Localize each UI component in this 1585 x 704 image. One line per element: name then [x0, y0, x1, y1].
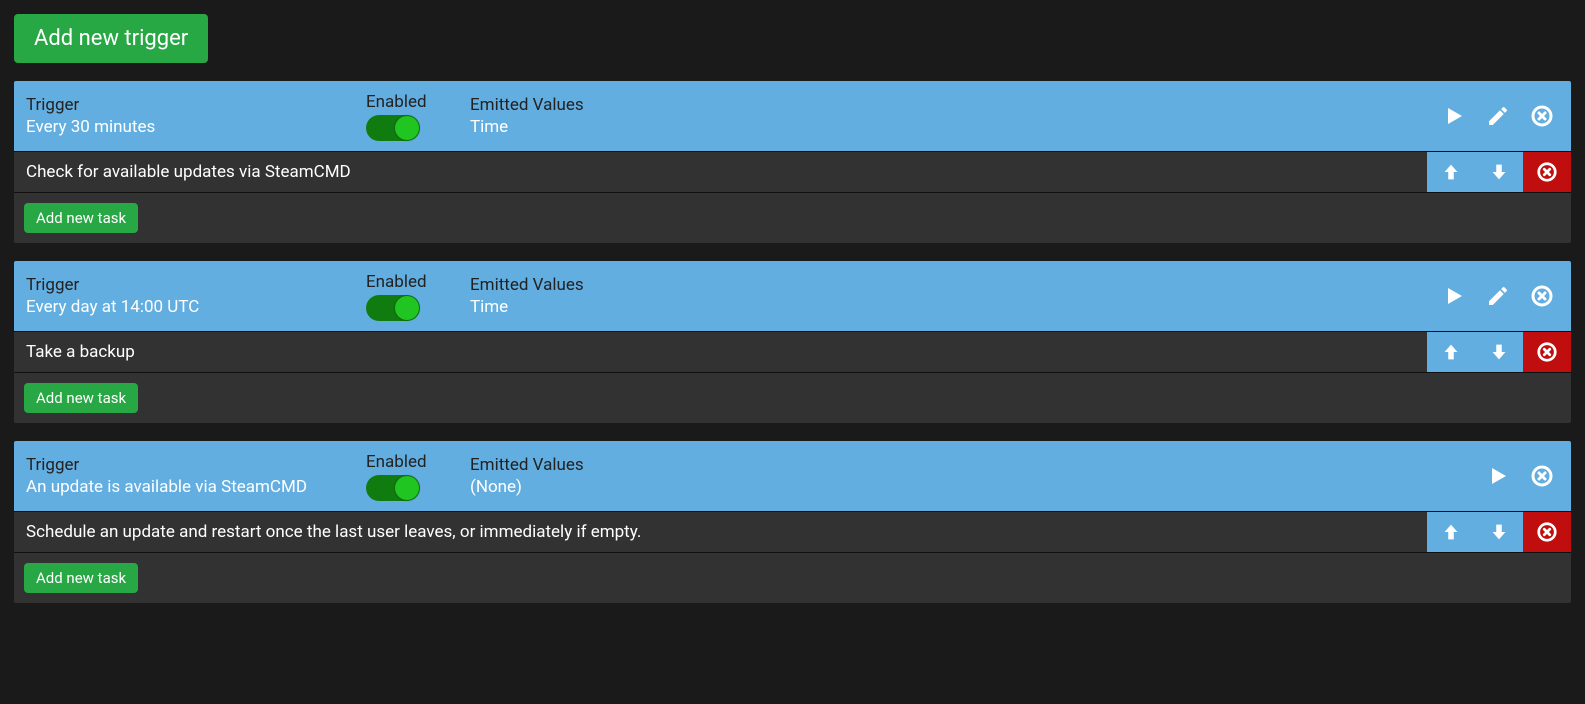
circle-x-icon: [1530, 104, 1554, 128]
move-task-down-button[interactable]: [1475, 152, 1523, 192]
trigger-header: TriggerAn update is available via SteamC…: [14, 441, 1571, 511]
task-description[interactable]: Check for available updates via SteamCMD: [14, 152, 1427, 192]
add-task-button[interactable]: Add new task: [24, 203, 138, 233]
delete-trigger-button[interactable]: [1529, 463, 1555, 489]
run-trigger-button[interactable]: [1441, 103, 1467, 129]
move-task-down-button[interactable]: [1475, 512, 1523, 552]
trigger-label: Trigger: [26, 454, 366, 476]
circle-x-icon: [1536, 521, 1558, 543]
circle-x-icon: [1536, 161, 1558, 183]
trigger-header: TriggerEvery day at 14:00 UTCEnabledEmit…: [14, 261, 1571, 331]
trigger-header: TriggerEvery 30 minutesEnabledEmitted Va…: [14, 81, 1571, 151]
enabled-label: Enabled: [366, 451, 470, 473]
task-row: Take a backup: [14, 331, 1571, 372]
task-description[interactable]: Schedule an update and restart once the …: [14, 512, 1427, 552]
arrow-down-icon: [1488, 521, 1510, 543]
move-task-up-button[interactable]: [1427, 512, 1475, 552]
arrow-down-icon: [1488, 341, 1510, 363]
emitted-value: (None): [470, 476, 1485, 498]
arrow-up-icon: [1440, 521, 1462, 543]
edit-trigger-button[interactable]: [1485, 103, 1511, 129]
delete-task-button[interactable]: [1523, 152, 1571, 192]
enabled-label: Enabled: [366, 271, 470, 293]
enabled-toggle[interactable]: [366, 475, 420, 501]
emitted-value: Time: [470, 116, 1441, 138]
arrow-up-icon: [1440, 341, 1462, 363]
move-task-up-button[interactable]: [1427, 152, 1475, 192]
task-description[interactable]: Take a backup: [14, 332, 1427, 372]
play-icon: [1442, 104, 1466, 128]
trigger-description: Every day at 14:00 UTC: [26, 296, 366, 318]
add-task-button[interactable]: Add new task: [24, 563, 138, 593]
add-task-row: Add new task: [14, 192, 1571, 243]
enabled-toggle[interactable]: [366, 295, 420, 321]
circle-x-icon: [1530, 464, 1554, 488]
delete-trigger-button[interactable]: [1529, 103, 1555, 129]
enabled-toggle[interactable]: [366, 115, 420, 141]
run-trigger-button[interactable]: [1441, 283, 1467, 309]
add-task-row: Add new task: [14, 552, 1571, 603]
trigger-block: TriggerAn update is available via SteamC…: [14, 441, 1571, 603]
trigger-description: Every 30 minutes: [26, 116, 366, 138]
task-row: Schedule an update and restart once the …: [14, 511, 1571, 552]
emitted-label: Emitted Values: [470, 94, 1441, 116]
enabled-label: Enabled: [366, 91, 470, 113]
delete-task-button[interactable]: [1523, 332, 1571, 372]
trigger-description: An update is available via SteamCMD: [26, 476, 366, 498]
delete-task-button[interactable]: [1523, 512, 1571, 552]
move-task-up-button[interactable]: [1427, 332, 1475, 372]
trigger-label: Trigger: [26, 274, 366, 296]
play-icon: [1442, 284, 1466, 308]
emitted-value: Time: [470, 296, 1441, 318]
delete-trigger-button[interactable]: [1529, 283, 1555, 309]
emitted-label: Emitted Values: [470, 454, 1485, 476]
emitted-label: Emitted Values: [470, 274, 1441, 296]
play-icon: [1486, 464, 1510, 488]
task-row: Check for available updates via SteamCMD: [14, 151, 1571, 192]
circle-x-icon: [1536, 341, 1558, 363]
trigger-block: TriggerEvery 30 minutesEnabledEmitted Va…: [14, 81, 1571, 243]
move-task-down-button[interactable]: [1475, 332, 1523, 372]
pencil-icon: [1486, 284, 1510, 308]
add-task-row: Add new task: [14, 372, 1571, 423]
trigger-block: TriggerEvery day at 14:00 UTCEnabledEmit…: [14, 261, 1571, 423]
arrow-down-icon: [1488, 161, 1510, 183]
edit-trigger-button[interactable]: [1485, 283, 1511, 309]
add-task-button[interactable]: Add new task: [24, 383, 138, 413]
pencil-icon: [1486, 104, 1510, 128]
run-trigger-button[interactable]: [1485, 463, 1511, 489]
add-trigger-button[interactable]: Add new trigger: [14, 14, 208, 63]
circle-x-icon: [1530, 284, 1554, 308]
trigger-label: Trigger: [26, 94, 366, 116]
arrow-up-icon: [1440, 161, 1462, 183]
